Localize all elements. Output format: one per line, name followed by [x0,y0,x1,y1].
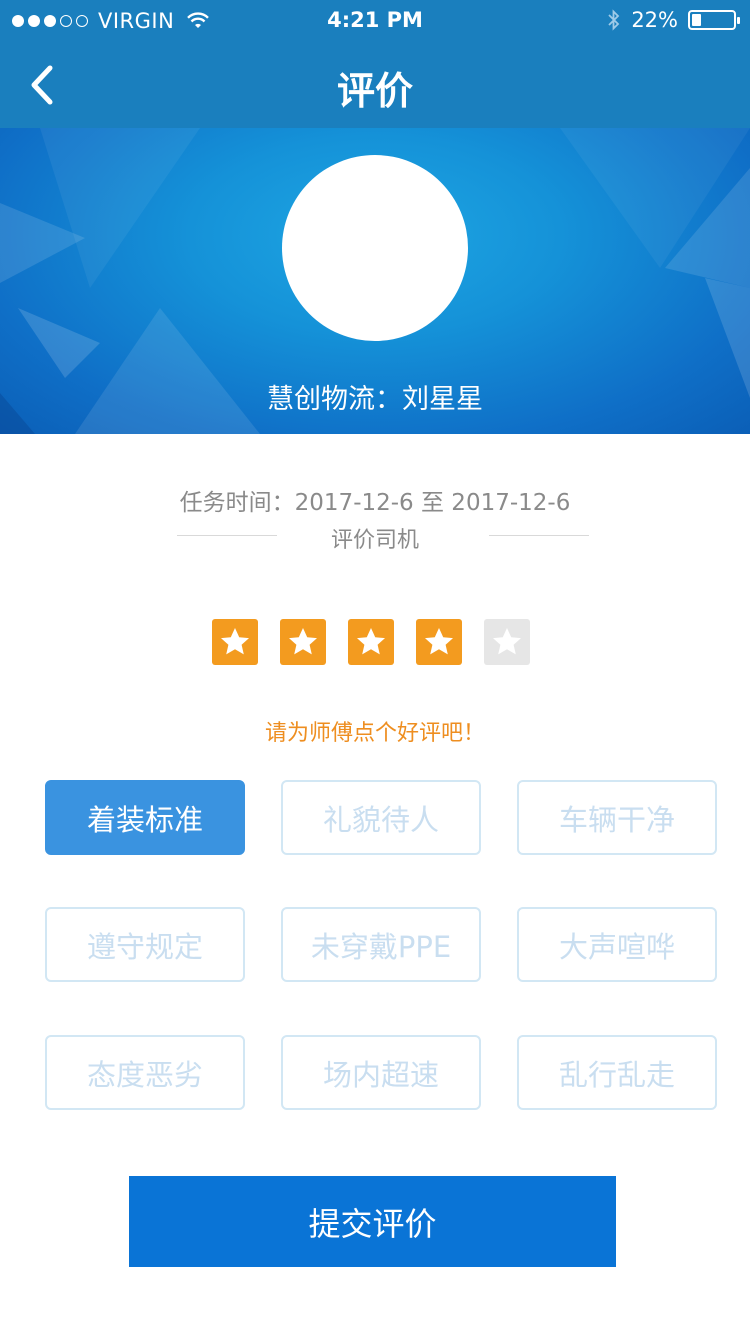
tag-button[interactable]: 未穿戴PPE [281,907,481,982]
nav-bar: 评价 [0,42,750,128]
star-icon [289,628,317,655]
star-2[interactable] [280,619,326,665]
avatar [282,155,468,341]
page-title: 评价 [336,69,413,113]
divider-line [489,535,589,536]
tag-button[interactable]: 乱行乱走 [517,1035,717,1110]
section-divider: 评价司机 [0,522,750,553]
star-4[interactable] [416,619,462,665]
rating-prompt: 请为师傅点个好评吧！ [264,721,485,746]
tag-button[interactable]: 大声喧哗 [517,907,717,982]
star-icon [221,628,249,655]
battery-fill [692,14,701,26]
tag-button[interactable]: 遵守规定 [45,907,245,982]
star-3[interactable] [348,619,394,665]
star-icon [357,628,385,655]
tag-button[interactable]: 场内超速 [281,1035,481,1110]
battery-percent: 22% [631,8,678,32]
battery-icon [688,10,740,30]
star-icon [493,628,521,655]
status-bar: VIRGIN 4:21 PM 22% [0,0,750,42]
tag-button[interactable]: 礼貌待人 [281,780,481,855]
tag-button[interactable]: 着装标准 [45,780,245,855]
submit-button[interactable]: 提交评价 [129,1176,616,1267]
driver-banner: 慧创物流：刘星星 [0,128,750,434]
bluetooth-icon [608,9,620,31]
driver-name: 慧创物流：刘星星 [267,384,483,415]
star-icon [425,628,453,655]
top-bar: VIRGIN 4:21 PM 22% 评价 [0,0,750,128]
star-5[interactable] [484,619,530,665]
star-rating [212,619,530,665]
tag-button[interactable]: 态度恶劣 [45,1035,245,1110]
star-1[interactable] [212,619,258,665]
tag-button[interactable]: 车辆干净 [517,780,717,855]
section-label: 评价司机 [330,528,419,553]
task-time: 任务时间：2017-12-6 至 2017-12-6 [179,490,571,516]
